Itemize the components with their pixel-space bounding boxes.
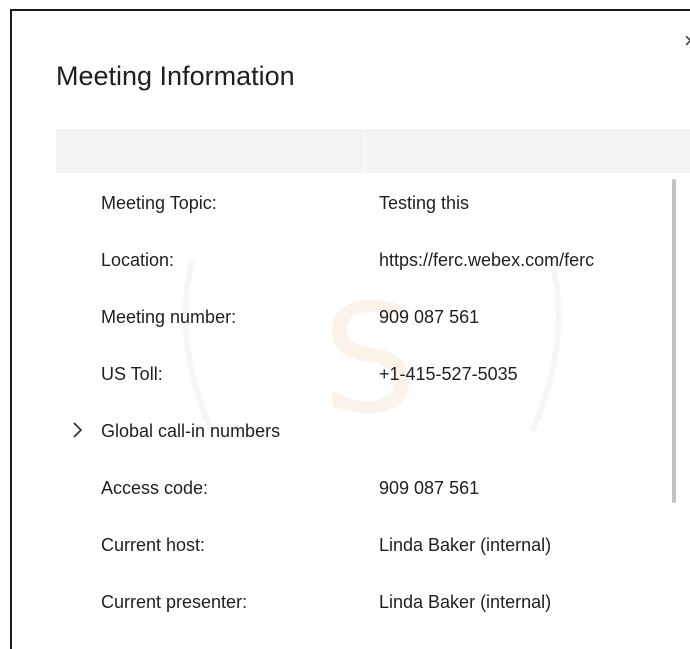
close-button[interactable]: ×	[684, 28, 690, 54]
global-call-in-expander[interactable]: Global call-in numbers	[56, 403, 664, 460]
row-label: Current presenter:	[101, 592, 248, 612]
row-label: Meeting Topic:	[101, 193, 217, 213]
row-label: Global call-in numbers	[101, 421, 281, 441]
row-value: +1-415-527-5035	[379, 364, 518, 384]
row-value: Linda Baker (internal)	[379, 592, 552, 612]
close-icon: ×	[684, 28, 690, 53]
table-row: US Toll: +1-415-527-5035	[56, 346, 664, 403]
row-value: Testing this	[379, 193, 470, 213]
row-label: Access code:	[101, 478, 209, 498]
meeting-info-table: Meeting Topic: Testing this Location: ht…	[56, 175, 664, 617]
table-row: Meeting number: 909 087 561	[56, 289, 664, 346]
table-row: Current host: Linda Baker (internal)	[56, 517, 664, 574]
row-value: https://ferc.webex.com/ferc	[379, 250, 595, 270]
row-value: 909 087 561	[379, 478, 480, 498]
table-row: Meeting Topic: Testing this	[56, 175, 664, 232]
header-divider	[364, 129, 365, 173]
dialog-title: Meeting Information	[56, 61, 295, 91]
table-row: Access code: 909 087 561	[56, 460, 664, 517]
table-header	[56, 129, 690, 173]
row-label: Current host:	[101, 535, 206, 555]
row-value: Linda Baker (internal)	[379, 535, 552, 555]
row-label: Meeting number:	[101, 307, 237, 327]
meeting-info-dialog: × Meeting Information S Meeting Topic: T…	[10, 9, 690, 649]
row-value: 909 087 561	[379, 307, 480, 327]
row-label: US Toll:	[101, 364, 163, 384]
scrollbar-thumb[interactable]	[672, 179, 676, 503]
table-row: Current presenter: Linda Baker (internal…	[56, 574, 664, 617]
vertical-scrollbar[interactable]	[670, 179, 678, 617]
row-label: Location:	[101, 250, 175, 270]
table-row: Location: https://ferc.webex.com/ferc	[56, 232, 664, 289]
chevron-right-icon	[73, 422, 83, 438]
